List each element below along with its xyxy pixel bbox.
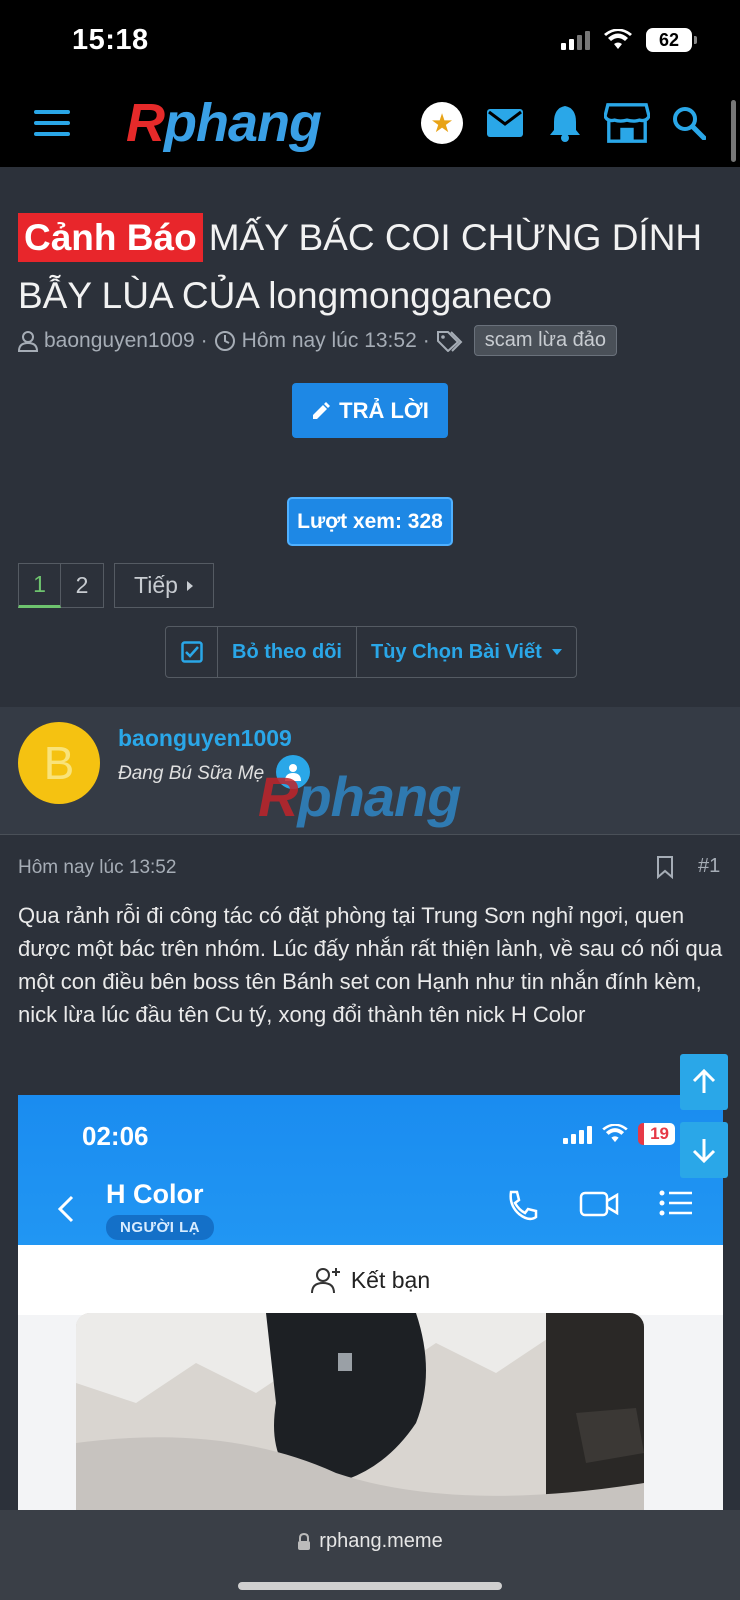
user-icon [18,330,38,352]
menu-icon[interactable] [34,110,70,138]
select-checkbox[interactable] [166,627,218,677]
store-icon[interactable] [604,100,650,146]
app-header: Rphang ★ [0,82,740,167]
site-logo[interactable]: Rphang [126,92,322,154]
logo-text: phang [164,93,322,153]
post-content: Hôm nay lúc 13:52 #1 Qua rảnh rỗi đi côn… [0,835,740,1510]
status-bar: 15:18 62 [0,0,740,82]
thread-header: Cảnh Báo MẤY BÁC COI CHỪNG DÍNH BẪY LÙA C… [0,167,740,707]
tags-icon [436,330,463,352]
attached-screenshot[interactable]: 02:06 19 H Color NGƯỜI LẠ Kết bạn [18,1095,723,1510]
next-page-button[interactable]: Tiếp [114,563,214,608]
browser-toolbar: rphang.meme [0,1510,740,1600]
clock-icon [214,330,235,351]
chat-photo [76,1313,644,1510]
author-user-title: Đang Bú Sữa Mẹ [118,763,265,784]
logo-watermark: Rphang [258,764,461,829]
thread-author[interactable]: baonguyen1009 [44,329,195,353]
watermark-r: R [258,765,298,828]
bookmark-icon[interactable] [656,855,674,879]
chevron-down-icon [551,649,562,655]
address-bar[interactable]: rphang.meme [0,1530,740,1553]
scroll-bottom-button[interactable] [680,1122,728,1178]
thread-actions: Bỏ theo dõi Tùy Chọn Bài Viết [165,626,577,678]
status-time: 15:18 [72,24,149,56]
reply-label: TRẢ LỜI [339,397,429,423]
add-friend-label: Kết bạn [350,1266,431,1293]
view-count-badge: Lượt xem: 328 [287,497,453,546]
embed-time: 02:06 [82,1121,149,1151]
meta-separator: · [422,328,430,352]
embed-wifi-icon [602,1124,628,1143]
photo-illustration [76,1313,644,1510]
scrollbar[interactable] [731,100,736,162]
add-friend-icon [310,1268,340,1294]
post-date[interactable]: Hôm nay lúc 13:52 [18,857,176,879]
thread-date[interactable]: Hôm nay lúc 13:52 [242,329,417,353]
search-icon[interactable] [666,100,712,146]
unfollow-button[interactable]: Bỏ theo dõi [218,627,357,677]
post-number[interactable]: #1 [698,855,720,878]
scroll-top-button[interactable] [680,1054,728,1110]
post-options-dropdown[interactable]: Tùy Chọn Bài Viết [357,627,576,677]
logo-r: R [126,93,165,153]
bell-icon[interactable] [542,100,588,146]
stranger-chip: NGƯỜI LẠ [106,1215,215,1240]
caret-right-icon [186,580,193,591]
user-avatar[interactable]: ★ [421,102,463,144]
author-username[interactable]: baonguyen1009 [118,725,292,752]
author-avatar[interactable]: B [18,722,100,804]
chat-action-icons [505,1189,693,1223]
thread-prefix-badge[interactable]: Cảnh Báo [18,213,203,262]
battery-indicator: 62 [646,28,697,52]
back-arrow-icon [57,1195,74,1223]
checkbox-icon [180,641,203,663]
add-friend-bar: Kết bạn [18,1245,723,1315]
post-options-label: Tùy Chọn Bài Viết [370,640,542,663]
post-body-text: Qua rảnh rỗi đi công tác có đặt phòng tạ… [18,903,723,1027]
next-page-label: Tiếp [134,572,178,598]
contact-name: H Color [106,1179,204,1209]
arrow-down-icon [692,1139,716,1163]
list-menu-icon [659,1190,692,1216]
lock-icon [298,1532,311,1550]
page-1-link[interactable]: 1 [18,563,61,608]
embed-signal-icon [563,1124,593,1144]
embed-status-icons: 19 [563,1123,675,1145]
pencil-icon [313,401,331,419]
video-call-icon [579,1191,619,1217]
mail-icon[interactable] [482,100,528,146]
signal-icon [561,30,590,50]
chat-header: 02:06 19 H Color NGƯỜI LẠ [18,1095,723,1245]
status-icons: 62 [561,28,697,52]
home-indicator[interactable] [238,1582,502,1590]
thread-tag[interactable]: scam lừa đảo [473,325,617,356]
wifi-icon [604,29,632,49]
watermark-text: phang [297,765,461,828]
thread-title: Cảnh Báo MẤY BÁC COI CHỪNG DÍNH BẪY LÙA C… [18,209,718,325]
url-text: rphang.meme [319,1530,443,1552]
embed-battery: 19 [638,1123,675,1145]
meta-separator: · [200,328,208,352]
reply-button[interactable]: TRẢ LỜI [292,383,448,438]
post-author-bar: B baonguyen1009 Đang Bú Sữa Mẹ Rphang [0,707,740,835]
arrow-up-icon [692,1069,716,1093]
thread-meta: baonguyen1009 · Hôm nay lúc 13:52 · scam… [18,325,617,356]
page-navigation: 1 2 Tiếp [18,563,214,608]
page-2-link[interactable]: 2 [61,563,104,608]
phone-icon [509,1190,538,1221]
